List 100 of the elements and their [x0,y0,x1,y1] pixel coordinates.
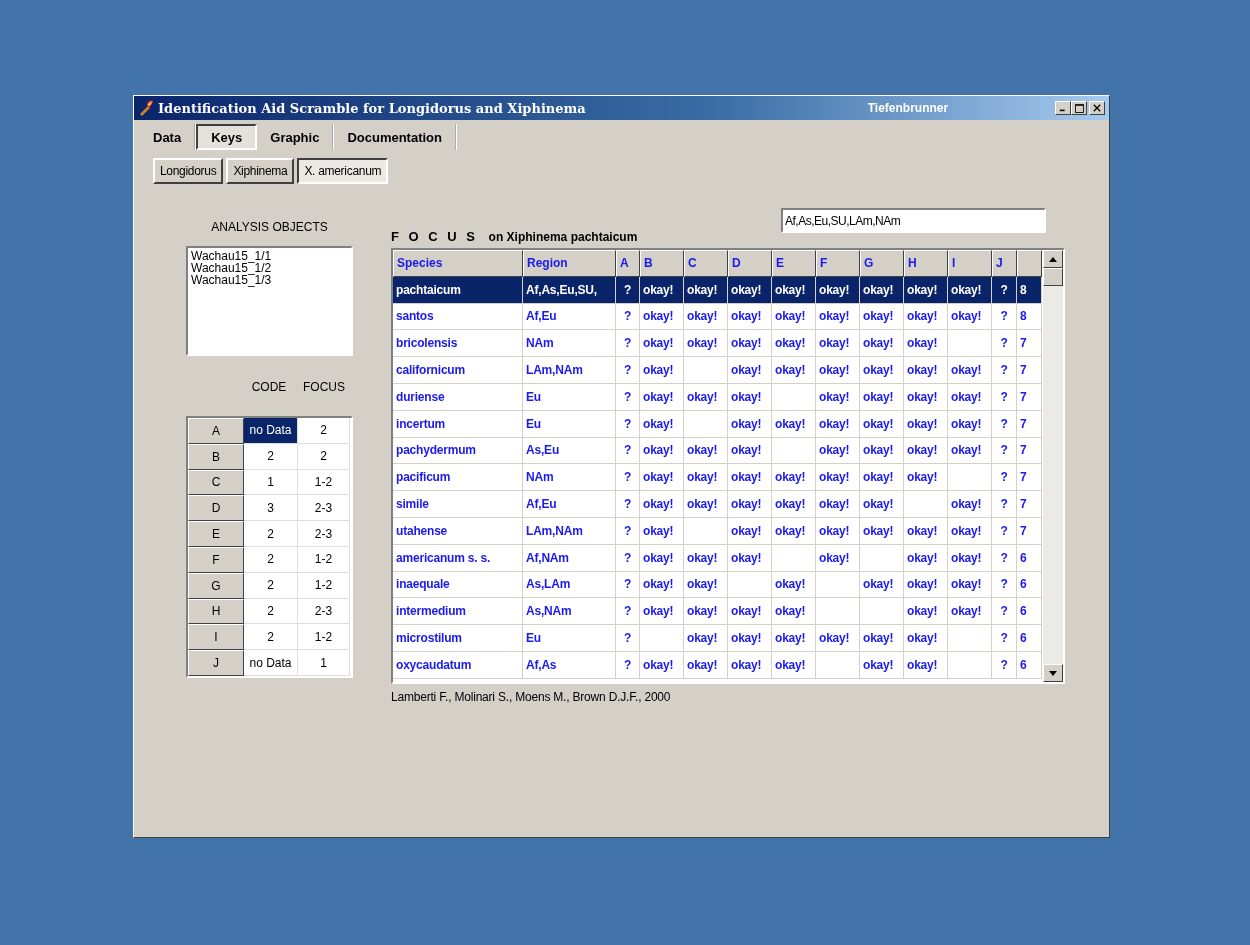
scroll-thumb[interactable] [1043,268,1063,286]
empty-cell [772,384,816,411]
column-header[interactable]: J [992,250,1017,277]
table-cell: pacificum [393,464,523,492]
row-header[interactable]: B [188,443,244,470]
row-header[interactable]: C [188,469,244,496]
code-cell[interactable]: 2 [244,547,298,573]
column-header[interactable]: Region [523,250,616,277]
table-cell: ? [992,544,1017,572]
blank-column-header[interactable] [1017,250,1042,277]
code-cell[interactable]: no Data [244,650,298,676]
table-cell: ? [616,464,640,492]
code-cell[interactable]: 2 [244,521,298,547]
table-cell: ? [992,330,1017,358]
empty-cell [772,437,816,465]
genus-button[interactable]: Longidorus [153,158,224,184]
empty-cell [728,571,772,599]
row-header[interactable]: D [188,495,244,522]
table-cell: okay! [728,464,772,492]
table-cell: 8 [1017,276,1042,304]
column-header[interactable]: B [640,250,684,277]
close-button[interactable] [1089,101,1105,115]
focus-cell[interactable]: 2 [298,418,350,444]
focus-cell[interactable]: 1-2 [298,624,350,651]
list-item[interactable]: Wachau15_1/1 [191,250,272,262]
table-cell: pachydermum [393,437,523,465]
scroll-down-button[interactable] [1043,664,1063,682]
column-header[interactable]: A [616,250,640,277]
table-cell: ? [992,598,1017,626]
column-label: CODE [250,380,288,394]
code-cell[interactable]: 2 [244,443,298,470]
table-cell: okay! [860,276,904,304]
column-header[interactable]: F [816,250,860,277]
empty-cell [684,357,728,384]
code-cell[interactable]: 3 [244,495,298,522]
focus-cell[interactable]: 1-2 [298,572,350,599]
table-cell: okay! [640,357,684,384]
table-cell: okay! [728,410,772,438]
tab[interactable]: Documentation [334,124,457,150]
table-cell: okay! [816,517,860,545]
column-header[interactable]: I [948,250,992,277]
list-item[interactable]: Wachau15_1/2 [191,262,272,274]
code-cell[interactable]: no Data [244,418,298,444]
tab[interactable]: Graphic [257,124,335,150]
scroll-up-button[interactable] [1043,250,1063,268]
table-cell: okay! [772,276,816,304]
focus-cell[interactable]: 2-3 [298,495,350,522]
table-cell: As,NAm [523,598,616,626]
table-cell: okay! [816,625,860,652]
table-cell: okay! [772,357,816,384]
row-header[interactable]: A [188,418,244,444]
table-cell: Eu [523,410,616,438]
row-header[interactable]: J [188,650,244,676]
row-header[interactable]: G [188,572,244,599]
focus-cell[interactable]: 1 [298,650,350,676]
genus-button[interactable]: X. americanum [297,158,389,184]
table-cell: 7 [1017,357,1042,384]
table-cell: 7 [1017,517,1042,545]
row-header[interactable]: H [188,598,244,625]
focus-cell[interactable]: 2-3 [298,598,350,625]
row-header[interactable]: I [188,624,244,651]
column-header[interactable]: H [904,250,948,277]
table-cell: okay! [640,464,684,492]
empty-cell [860,598,904,626]
analysis-objects-list[interactable]: Wachau15_1/1 Wachau15_1/2 Wachau15_1/3 [186,246,353,356]
focus-cell[interactable]: 1-2 [298,547,350,573]
column-header[interactable]: E [772,250,816,277]
scrollbar[interactable] [1043,250,1063,682]
minimize-button[interactable] [1055,101,1071,115]
column-header[interactable]: Species [393,250,523,277]
column-header[interactable]: C [684,250,728,277]
close-icon [1093,104,1101,112]
down-arrow-icon [1049,670,1057,676]
focus-cell[interactable]: 2-3 [298,521,350,547]
column-header[interactable]: D [728,250,772,277]
tab[interactable]: Keys [196,124,258,150]
empty-cell [816,598,860,626]
table-cell: okay! [860,651,904,679]
table-cell: 6 [1017,598,1042,626]
row-header[interactable]: E [188,521,244,547]
maximize-button[interactable] [1071,101,1087,115]
list-item[interactable]: Wachau15_1/3 [191,274,272,286]
table-cell: okay! [640,276,684,304]
code-cell[interactable]: 2 [244,572,298,599]
table-cell: okay! [860,384,904,411]
table-cell: Af,Eu [523,303,616,331]
table-cell: 6 [1017,571,1042,599]
focus-cell[interactable]: 2 [298,443,350,470]
genus-button[interactable]: Xiphinema [226,158,295,184]
focus-cell[interactable]: 1-2 [298,469,350,496]
table-cell: ? [992,625,1017,652]
table-cell: okay! [904,437,948,465]
table-cell: okay! [684,384,728,411]
region-field[interactable]: Af,As,Eu,SU,LAm,NAm [781,208,1046,233]
code-cell[interactable]: 2 [244,624,298,651]
table-cell: intermedium [393,598,523,626]
code-cell[interactable]: 2 [244,598,298,625]
column-header[interactable]: G [860,250,904,277]
code-cell[interactable]: 1 [244,469,298,496]
row-header[interactable]: F [188,547,244,573]
